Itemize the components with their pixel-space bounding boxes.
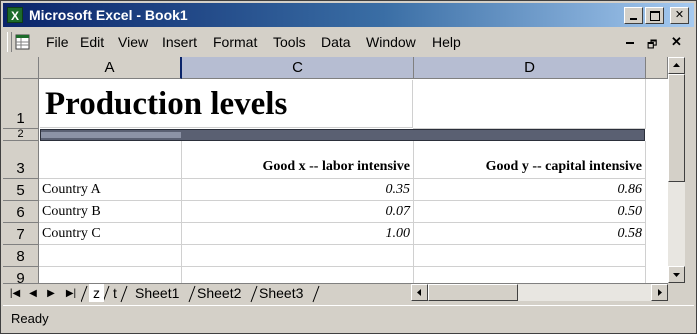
row-header-8[interactable]: 8 — [3, 245, 39, 267]
excel-window: X Microsoft Excel - Book1 ✕ File Edit Vi… — [0, 0, 697, 334]
workbook-restore-icon[interactable]: 🗗 — [647, 36, 657, 55]
excel-icon[interactable]: X — [7, 7, 23, 23]
scroll-left-button[interactable] — [411, 284, 428, 301]
close-button[interactable]: ✕ — [670, 7, 689, 24]
cell-a1-title[interactable]: Production levels — [40, 80, 413, 128]
close-icon: ✕ — [674, 9, 685, 21]
cell-d1[interactable] — [413, 79, 646, 129]
workbook-close-icon[interactable]: ✕ — [671, 34, 682, 50]
cell-a5-country[interactable]: Country A — [39, 179, 182, 201]
row-header-6[interactable]: 6 — [3, 201, 39, 223]
cell-c5-value[interactable]: 0.35 — [182, 179, 414, 201]
scroll-down-button[interactable] — [668, 266, 685, 283]
status-bar: Ready — [3, 305, 694, 332]
minimize-button[interactable] — [624, 7, 643, 24]
horizontal-scrollbar[interactable] — [411, 284, 668, 301]
vertical-scrollbar[interactable] — [668, 57, 685, 283]
row-header-9[interactable]: 9 — [3, 267, 39, 283]
sheet-tab-z[interactable]: z — [89, 284, 104, 302]
row-header-5[interactable]: 5 — [3, 179, 39, 201]
column-header-c[interactable]: C — [182, 57, 414, 79]
cell-c3-header[interactable]: Good x -- labor intensive — [182, 141, 414, 179]
title-bar[interactable]: X Microsoft Excel - Book1 ✕ — [3, 3, 694, 27]
first-sheet-button[interactable]: |◀ — [7, 286, 23, 302]
menu-edit[interactable]: Edit — [80, 29, 104, 55]
column-header-a[interactable]: A — [39, 57, 182, 79]
arrow-right-icon — [658, 289, 662, 296]
menu-format[interactable]: Format — [213, 29, 257, 55]
workbook-icon[interactable] — [14, 33, 32, 51]
scroll-up-button[interactable] — [668, 57, 685, 74]
cell-d3-header[interactable]: Good y -- capital intensive — [414, 141, 646, 179]
sheet-tab-sheet1[interactable]: Sheet1 — [131, 284, 183, 302]
scroll-right-button[interactable] — [651, 284, 668, 301]
vertical-scroll-thumb[interactable] — [668, 74, 685, 182]
horizontal-scroll-thumb[interactable] — [428, 284, 518, 301]
column-header-d[interactable]: D — [414, 57, 646, 79]
last-sheet-button[interactable]: ▶| — [63, 286, 79, 302]
worksheet-grid[interactable]: A C D 1 2 3 5 6 7 8 9 Production levels … — [3, 57, 668, 283]
cell-c6-value[interactable]: 0.07 — [182, 201, 414, 223]
status-text: Ready — [11, 311, 49, 326]
next-sheet-button[interactable]: ▶ — [43, 286, 59, 302]
row-2-selection-band — [40, 129, 645, 141]
maximize-icon — [649, 11, 660, 21]
workbook-minimize-icon[interactable] — [626, 42, 634, 44]
sheet-tab-t[interactable]: t — [109, 284, 121, 302]
maximize-button[interactable] — [645, 7, 664, 24]
cell-a7-country[interactable]: Country C — [39, 223, 182, 245]
row-header-2[interactable]: 2 — [3, 129, 39, 141]
sheet-tab-sheet3[interactable]: Sheet3 — [255, 284, 307, 302]
menu-tools[interactable]: Tools — [273, 29, 306, 55]
arrow-left-icon — [417, 289, 421, 296]
cell-a9[interactable] — [39, 267, 182, 283]
cell-d8[interactable] — [414, 245, 646, 267]
cell-a3[interactable] — [39, 141, 182, 179]
window-title: Microsoft Excel - Book1 — [29, 7, 188, 23]
cell-a6-country[interactable]: Country B — [39, 201, 182, 223]
menu-view[interactable]: View — [118, 29, 148, 55]
cell-c9[interactable] — [182, 267, 414, 283]
cell-c8[interactable] — [182, 245, 414, 267]
menu-data[interactable]: Data — [321, 29, 351, 55]
cell-d5-value[interactable]: 0.86 — [414, 179, 646, 201]
row-header-1[interactable]: 1 — [3, 79, 39, 129]
prev-sheet-button[interactable]: ◀ — [25, 286, 41, 302]
menu-bar: File Edit View Insert Format Tools Data … — [3, 29, 694, 55]
cell-d7-value[interactable]: 0.58 — [414, 223, 646, 245]
menu-file[interactable]: File — [46, 29, 69, 55]
column-header-e[interactable] — [646, 57, 668, 79]
cell-c7-value[interactable]: 1.00 — [182, 223, 414, 245]
menu-help[interactable]: Help — [432, 29, 461, 55]
menu-insert[interactable]: Insert — [162, 29, 197, 55]
minimize-icon — [630, 18, 637, 20]
toolbar-grip[interactable] — [7, 32, 12, 52]
sheet-tab-sheet2[interactable]: Sheet2 — [193, 284, 245, 302]
select-all-corner[interactable] — [3, 57, 39, 79]
cell-d6-value[interactable]: 0.50 — [414, 201, 646, 223]
arrow-down-icon — [673, 273, 680, 277]
cell-a8[interactable] — [39, 245, 182, 267]
menu-window[interactable]: Window — [366, 29, 416, 55]
row-header-7[interactable]: 7 — [3, 223, 39, 245]
row-header-3[interactable]: 3 — [3, 141, 39, 179]
cell-d9[interactable] — [414, 267, 646, 283]
arrow-up-icon — [673, 63, 680, 67]
